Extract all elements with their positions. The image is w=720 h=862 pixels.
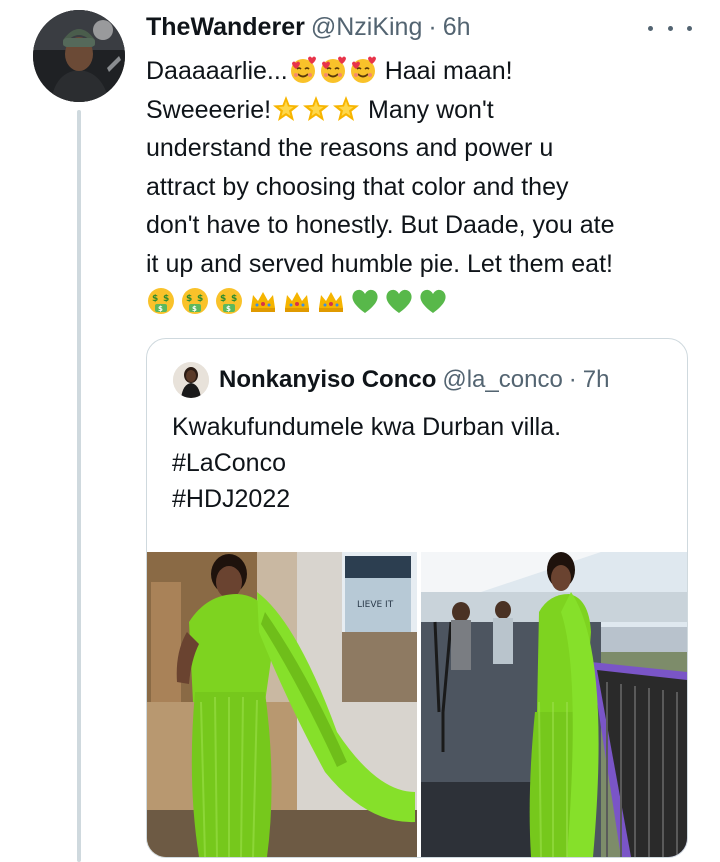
svg-text:$: $ [226,305,231,313]
author-name[interactable]: TheWanderer [146,13,305,42]
money-mouth-face-icon: $ $ $ [214,286,244,316]
quoted-avatar-image [173,362,209,398]
tweet-text-segment: Sweeeerie! [146,95,272,124]
quoted-tweet-header: Nonkanyiso Conco @la_conco · 7h [219,363,610,397]
svg-text:$: $ [158,305,163,313]
crown-icon [282,286,312,316]
tweet-emoji-row: $ $ $ $ $ $ $ $ $ [146,283,706,322]
smiling-face-with-hearts-icon [318,55,348,85]
quoted-text-line: Kwakufundumele kwa Durban villa. [172,413,562,441]
tweet-text-segment: Haai maan! [377,57,513,85]
quoted-tweet-card[interactable]: Nonkanyiso Conco @la_conco · 7h Kwakufun… [146,338,688,858]
tweet-line-1: Daaaaarlie... Haai maan! [146,52,706,91]
tweet-line-5: don't have to honestly. But Daade, you a… [146,211,615,239]
tweet-line-6: it up and served humble pie. Let them ea… [146,249,613,278]
glowing-star-icon [301,94,331,124]
photo-2-image [421,552,687,857]
photo-sign-text: LIEVE IT [357,600,394,610]
tweet-text-segment: Daaaaarlie... [146,57,288,85]
quoted-hashtag-laconco[interactable]: #LaConco [172,445,561,481]
quoted-photo-1[interactable]: LIEVE IT [147,552,417,857]
tweet-line-3: understand the reasons and power u [146,134,554,162]
quoted-media-grid: LIEVE IT [147,552,687,857]
svg-text:$: $ [186,294,192,304]
thread-line [77,110,81,862]
svg-text:$: $ [231,294,237,304]
glowing-star-icon [331,94,361,124]
money-mouth-face-icon: $ $ $ [146,286,176,316]
money-mouth-face-icon: $ $ $ [180,286,210,316]
svg-text:$: $ [220,294,226,304]
svg-text:$: $ [192,305,197,313]
author-handle[interactable]: @NziKing [311,13,423,42]
crown-icon [316,286,346,316]
green-heart-icon [418,286,448,316]
photo-1-image: LIEVE IT [147,552,417,857]
quoted-header-separator: · [568,366,577,393]
quoted-author-name[interactable]: Nonkanyiso Conco [219,366,436,394]
quoted-author-handle[interactable]: @la_conco [442,366,562,394]
tweet-header: TheWanderer @NziKing · 6h [146,10,471,44]
green-heart-icon [350,286,380,316]
tweet-line-4: attract by choosing that color and they [146,172,569,201]
green-heart-icon [384,286,414,316]
quoted-hashtag-hdj2022[interactable]: #HDJ2022 [172,481,561,517]
quoted-author-avatar[interactable] [173,362,209,398]
tweet-text: Daaaaarlie... Haai maan! Sweeeerie! Many… [146,52,706,322]
glowing-star-icon [271,94,301,124]
header-separator: · [428,12,437,41]
quoted-tweet-timestamp[interactable]: 7h [583,366,610,394]
quoted-tweet-text: Kwakufundumele kwa Durban villa. #LaConc… [172,409,561,517]
author-avatar-image [33,10,125,102]
quoted-photo-2[interactable] [421,552,687,857]
svg-text:$: $ [197,294,203,304]
tweet-line-2: Sweeeerie! Many won't [146,91,706,130]
tweet-text-segment: Many won't [361,95,494,124]
author-avatar[interactable] [33,10,125,102]
tweet-timestamp[interactable]: 6h [443,13,471,42]
smiling-face-with-hearts-icon [288,55,318,85]
more-options-icon[interactable] [648,16,692,40]
svg-text:$: $ [152,294,158,304]
crown-icon [248,286,278,316]
svg-text:$: $ [163,294,169,304]
smiling-face-with-hearts-icon [348,55,378,85]
